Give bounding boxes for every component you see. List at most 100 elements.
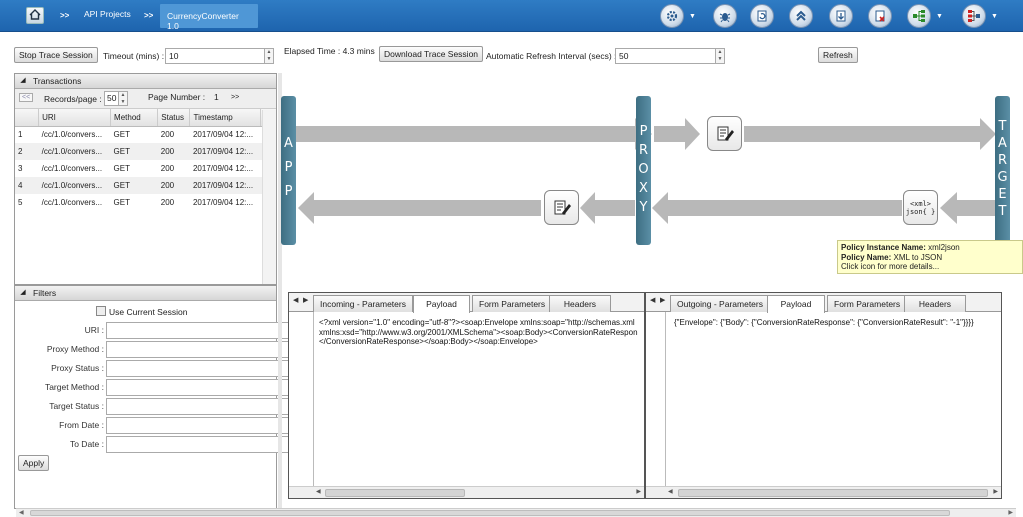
bug-icon[interactable] [713,4,737,28]
page-scrollbar-thumb[interactable] [30,510,950,516]
tab-scroll-left-icon[interactable]: ◀ [293,296,298,304]
response-policy-edit-icon[interactable] [544,190,579,225]
row-status: 200 [157,143,190,160]
table-row[interactable]: 1 /cc/1.0/convers... GET 200 2017/09/04 … [15,126,276,143]
collapse-toggle-icon[interactable]: ◢ [19,289,27,297]
timeout-input[interactable]: 10 ▲ ▼ [165,48,274,64]
table-row[interactable]: 2 /cc/1.0/convers... GET 200 2017/09/04 … [15,143,276,160]
scroll-left-icon[interactable]: ◀ [316,488,321,495]
row-timestamp: 2017/09/04 12:... [189,126,261,143]
from-date-filter-input[interactable] [106,417,289,434]
row-timestamp: 2017/09/04 12:... [189,194,261,211]
breadcrumb-separator: >> [60,11,70,20]
chevron-down-icon[interactable]: ▼ [689,13,696,20]
collapse-toggle-icon[interactable]: ◢ [19,77,27,85]
tab-outgoing-payload[interactable]: Payload [767,295,825,313]
row-timestamp: 2017/09/04 12:... [189,177,261,194]
column-header-method[interactable]: Method [110,109,159,127]
tab-incoming-headers[interactable]: Headers [549,295,611,312]
column-header-uri[interactable]: URI [38,109,112,127]
column-header-status[interactable]: Status [157,109,191,127]
scrollbar-thumb[interactable] [678,489,988,497]
scroll-left-icon[interactable]: ◀ [19,509,24,516]
apply-filters-button[interactable]: Apply [18,455,50,471]
incoming-horizontal-scrollbar[interactable]: ◀ ▶ [289,486,644,498]
breadcrumb-current-project[interactable]: CurrencyConverter 1.0 [160,4,258,31]
table-row[interactable]: 4 /cc/1.0/convers... GET 200 2017/09/04 … [15,177,276,194]
filter-uri: URI : [15,322,290,339]
tab-outgoing-form-parameters[interactable]: Form Parameters [827,295,908,312]
filter-proxy-method: Proxy Method : [15,341,290,358]
tab-outgoing-parameters[interactable]: Outgoing - Parameters [670,295,770,312]
scroll-left-icon[interactable]: ◀ [668,488,673,495]
chevron-down-icon[interactable]: ▼ [936,13,943,20]
page-number-value: 1 [214,92,219,102]
scroll-right-icon[interactable]: ▶ [1008,509,1013,516]
filter-target-method: Target Method : [15,379,290,396]
refresh-interval-input[interactable]: 50 ▲ ▼ [615,48,725,64]
tab-scroll-left-icon[interactable]: ◀ [650,296,655,304]
flow-tree-icon[interactable] [907,4,931,28]
target-status-filter-input[interactable] [106,398,289,415]
tab-incoming-parameters[interactable]: Incoming - Parameters [313,295,413,312]
row-uri: /cc/1.0/convers... [38,194,111,211]
hierarchy-icon[interactable] [962,4,986,28]
breadcrumb-separator: >> [144,11,154,20]
spinner-arrows-icon[interactable]: ▲ ▼ [264,49,273,63]
xml-to-json-policy-icon[interactable]: <xml> json{ } [903,190,938,225]
scrollbar-thumb[interactable] [325,489,465,497]
stop-trace-session-button[interactable]: Stop Trace Session [14,47,98,63]
settings-gear-icon[interactable] [660,4,684,28]
next-page-button[interactable]: >> [231,94,239,101]
tab-scroll-right-icon[interactable]: ▶ [303,296,308,304]
row-method: GET [110,194,158,211]
tab-outgoing-headers[interactable]: Headers [904,295,966,312]
table-row[interactable]: 3 /cc/1.0/convers... GET 200 2017/09/04 … [15,160,276,177]
table-scrollbar[interactable] [262,110,276,284]
records-per-page-input[interactable]: 50 ▲ ▼ [104,91,128,106]
proxy-status-filter-input[interactable] [106,360,289,377]
filter-to-date: To Date : [15,436,290,453]
download-trace-session-button[interactable]: Download Trace Session [379,46,484,62]
proxy-method-filter-input[interactable] [106,341,289,358]
tab-incoming-payload[interactable]: Payload [413,295,470,313]
download-icon[interactable] [829,4,853,28]
spinner-arrows-icon[interactable]: ▲ ▼ [118,92,127,105]
outgoing-payload-text: {"Envelope": {"Body": {"ConversionRateRe… [674,318,974,327]
prev-page-button[interactable]: << [19,93,34,102]
transactions-title: Transactions [33,76,82,86]
target-bar: TARGET [995,96,1010,245]
row-status: 200 [157,177,190,194]
request-policy-edit-icon[interactable] [707,116,742,151]
tooltip-policy-value: XML to JSON [893,252,943,262]
breadcrumb-api-projects[interactable]: API Projects [84,9,131,19]
collapse-up-icon[interactable] [789,4,813,28]
delete-document-icon[interactable] [868,4,892,28]
refresh-document-icon[interactable] [750,4,774,28]
chevron-down-icon[interactable]: ▼ [991,13,998,20]
filters-panel: ◢ Filters Use Current Session URI : Prox… [14,285,289,509]
outgoing-horizontal-scrollbar[interactable]: ◀ ▶ [646,486,1001,498]
filter-label: To Date : [69,439,104,449]
tab-incoming-form-parameters[interactable]: Form Parameters [472,295,553,312]
home-button[interactable] [26,7,44,24]
target-method-filter-input[interactable] [106,379,289,396]
timeout-label: Timeout (mins) : [103,51,165,61]
refresh-button[interactable]: Refresh [818,47,858,63]
page-horizontal-scrollbar[interactable]: ◀ ▶ [16,508,1016,517]
tooltip-hint: Click icon for more details... [841,262,940,271]
filter-label: Target Status : [49,401,104,411]
uri-filter-input[interactable] [106,322,289,339]
incoming-payload-text: <?xml version="1.0" encoding="utf-8"?><s… [319,318,638,346]
row-method: GET [110,126,158,143]
spinner-arrows-icon[interactable]: ▲ ▼ [715,49,724,63]
scroll-right-icon[interactable]: ▶ [636,488,641,495]
scroll-right-icon[interactable]: ▶ [993,488,998,495]
to-date-filter-input[interactable] [106,436,289,453]
tab-scroll-right-icon[interactable]: ▶ [660,296,665,304]
use-current-session-checkbox[interactable] [96,306,106,316]
row-uri: /cc/1.0/convers... [38,126,111,143]
column-header-timestamp[interactable]: Timestamp [189,109,262,127]
table-row[interactable]: 5 /cc/1.0/convers... GET 200 2017/09/04 … [15,194,276,211]
elapsed-time-label: Elapsed Time : 4.3 mins [284,46,375,56]
